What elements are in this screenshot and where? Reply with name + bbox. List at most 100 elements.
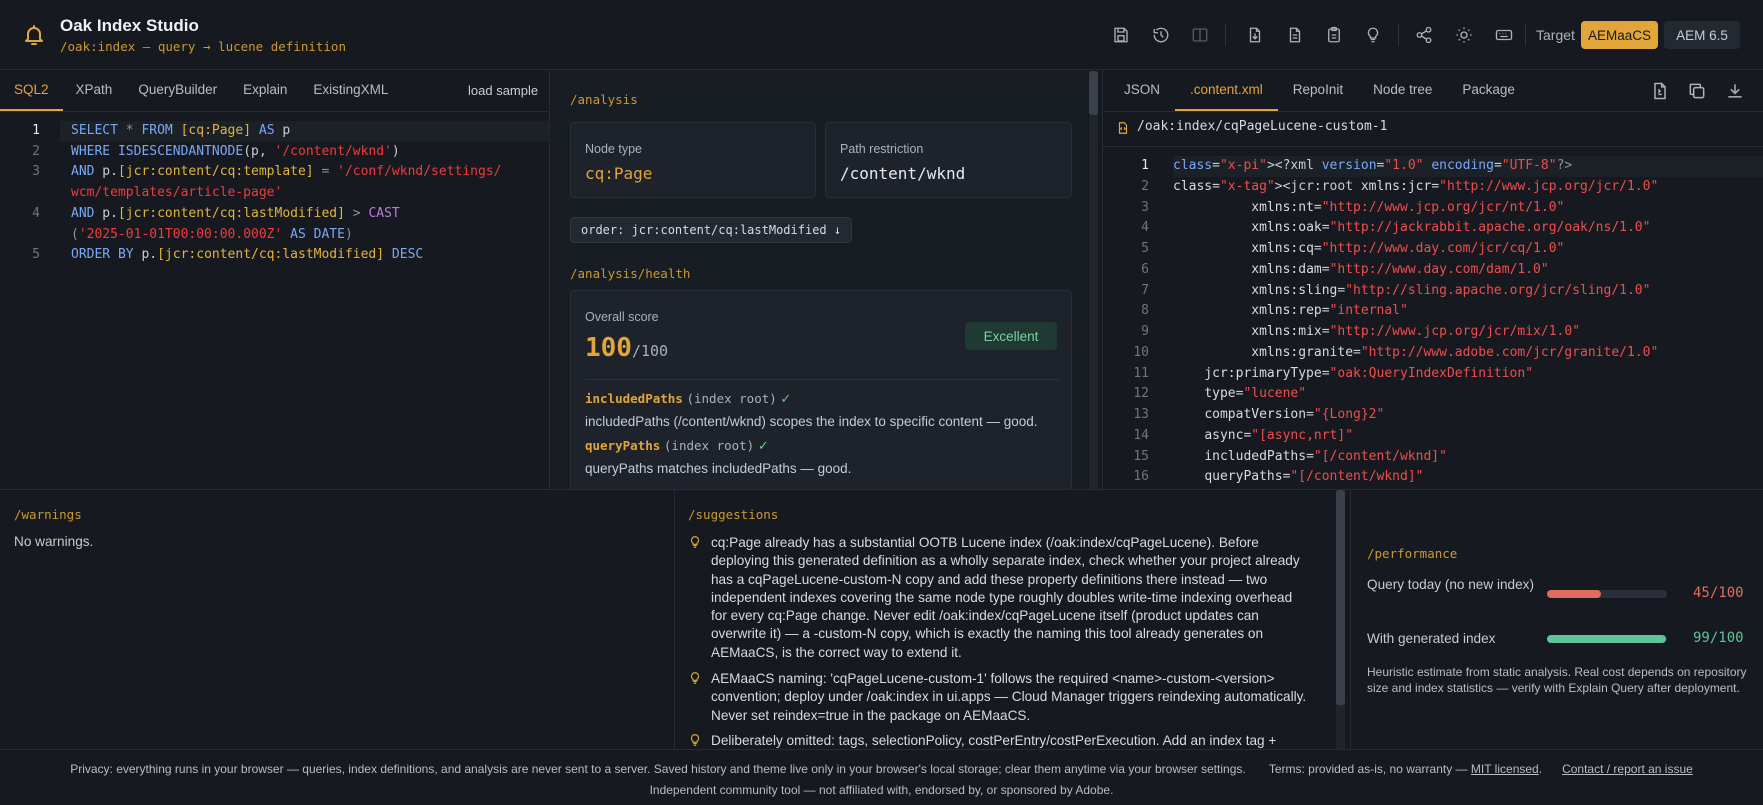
line-number: 5 <box>32 247 40 263</box>
tab-explain[interactable]: Explain <box>230 71 300 111</box>
tab-xpath[interactable]: XPath <box>63 71 126 111</box>
target-aem65-button[interactable]: AEM 6.5 <box>1664 21 1740 49</box>
xml-editor[interactable]: 1 class="x-pi"><?xml version="1.0" encodi… <box>1103 156 1763 488</box>
lightbulb-icon[interactable] <box>1361 23 1385 47</box>
line-number: 1 <box>1141 158 1149 173</box>
line-number: 10 <box>1133 344 1149 360</box>
node-type-value: cq:Page <box>585 164 653 183</box>
scrollbar-thumb[interactable] <box>1336 490 1345 705</box>
file-path: /oak:index/cqPageLucene-custom-1 <box>1137 119 1388 134</box>
line-number: 9 <box>1141 324 1149 339</box>
tab-json[interactable]: JSON <box>1103 71 1175 111</box>
download-icon[interactable] <box>1725 81 1745 101</box>
xml-line: includedPaths="[/content/wknd]" <box>1204 448 1447 464</box>
order-pill: order: jcr:content/cq:lastModified ↓ <box>570 217 853 243</box>
lightbulb-icon <box>688 533 702 551</box>
share-icon[interactable] <box>1412 23 1436 47</box>
node-type-card: Node type cq:Page <box>570 122 816 198</box>
target-aemaacs-button[interactable]: AEMaaCS <box>1581 21 1658 49</box>
performance-panel: /performance Query today (no new index) … <box>1350 490 1763 750</box>
lightbulb-icon <box>688 669 702 687</box>
tab-underline <box>0 111 549 112</box>
suggestion-item: Deliberately omitted: tags, selectionPol… <box>711 733 1277 748</box>
scrollbar-thumb[interactable] <box>1089 71 1098 115</box>
perf-row-label: Query today (no new index) <box>1367 577 1534 592</box>
suggestion-item: AEMaaCS naming: 'cqPageLucene-custom-1' … <box>711 671 1307 723</box>
line-number: 15 <box>1133 448 1149 464</box>
export-icon[interactable] <box>1650 81 1670 101</box>
copy-icon[interactable] <box>1687 81 1707 101</box>
xml-line: xmlns:granite="http://www.adobe.com/jcr/… <box>1251 344 1659 360</box>
footer-line-1: Privacy: everything runs in your browser… <box>0 762 1763 776</box>
code-line: WHERE ISDESCENDANTNODE(p, '/content/wknd… <box>71 143 400 159</box>
bottom-panels: /warnings No warnings. /suggestions cq:P… <box>0 489 1763 750</box>
lightbulb-icon <box>688 731 702 749</box>
xml-line: xmlns:sling="http://sling.apache.org/jcr… <box>1251 282 1651 298</box>
tab-querybuilder[interactable]: QueryBuilder <box>125 71 230 111</box>
suggestion-item: cq:Page already has a substantial OOTB L… <box>711 535 1300 660</box>
perf-bar <box>1547 635 1667 643</box>
mit-license-link[interactable]: MIT licensed <box>1471 762 1539 776</box>
xml-line: xmlns:rep="internal" <box>1251 303 1408 319</box>
xml-line: type="lucene" <box>1204 386 1307 402</box>
history-icon[interactable] <box>1149 23 1173 47</box>
line-number: 3 <box>1141 199 1149 215</box>
suggestions-scrollbar[interactable] <box>1336 490 1345 750</box>
health-item-key: includedPaths <box>585 391 683 406</box>
line-number: 4 <box>32 205 40 221</box>
performance-note: Heuristic estimate from static analysis.… <box>1367 665 1747 695</box>
xml-line: class="x-pi"><?xml version="1.0" encodin… <box>1173 158 1573 173</box>
code-line: SELECT * FROM [cq:Page] AS p <box>71 123 291 138</box>
document-icon[interactable] <box>1283 23 1307 47</box>
performance-heading: /performance <box>1367 546 1458 561</box>
toolbar-divider <box>1525 24 1526 46</box>
query-panel: SQL2 XPath QueryBuilder Explain Existing… <box>0 71 550 489</box>
xml-line: xmlns:mix="http://www.jcp.org/jcr/mix/1.… <box>1251 324 1581 339</box>
contact-link[interactable]: Contact / report an issue <box>1562 762 1693 776</box>
tab-package[interactable]: Package <box>1447 71 1530 111</box>
line-number: 12 <box>1133 386 1149 402</box>
import-icon[interactable] <box>1243 23 1267 47</box>
clipboard-icon[interactable] <box>1322 23 1346 47</box>
tab-repoinit[interactable]: RepoInit <box>1278 71 1358 111</box>
perf-row-value: 99/100 <box>1693 630 1744 646</box>
load-sample-button[interactable]: load sample <box>468 83 538 98</box>
warnings-panel: /warnings No warnings. <box>0 490 675 750</box>
xml-line: xmlns:cq="http://www.day.com/jcr/cq/1.0" <box>1251 241 1565 256</box>
code-line: wcm/templates/article-page' <box>71 185 283 201</box>
tab-sql2[interactable]: SQL2 <box>0 71 63 111</box>
query-tabs: SQL2 XPath QueryBuilder Explain Existing… <box>0 71 401 111</box>
line-number: 2 <box>1141 178 1149 194</box>
xml-line: compatVersion="{Long}2" <box>1204 407 1385 422</box>
toolbar-divider <box>1225 24 1226 46</box>
analysis-scrollbar[interactable] <box>1089 71 1098 489</box>
keyboard-icon[interactable] <box>1492 23 1516 47</box>
split-view-icon[interactable] <box>1188 23 1212 47</box>
save-icon[interactable] <box>1109 23 1133 47</box>
overall-score: 100/100 <box>585 333 668 363</box>
health-item-scope: (index root) <box>663 438 755 453</box>
tab-content-xml[interactable]: .content.xml <box>1175 71 1278 111</box>
line-number: 2 <box>32 143 40 159</box>
health-heading: /analysis/health <box>570 266 691 281</box>
warnings-text: No warnings. <box>14 534 94 549</box>
line-number: 4 <box>1141 220 1149 236</box>
xml-line: class="x-tag"><jcr:root xmlns:jcr="http:… <box>1173 178 1659 194</box>
tab-node-tree[interactable]: Node tree <box>1358 71 1447 111</box>
toolbar-divider <box>1398 24 1399 46</box>
line-number: 5 <box>1141 241 1149 256</box>
check-icon: ✓ <box>780 391 792 406</box>
sql2-editor[interactable]: 1 2 3 4 5 SELECT * FROM [cq:Page] AS p W… <box>0 121 549 481</box>
tab-existingxml[interactable]: ExistingXML <box>300 71 401 111</box>
line-number: 13 <box>1133 407 1149 422</box>
line-number: 1 <box>32 123 40 138</box>
terms-text: Terms: provided as-is, no warranty — <box>1268 762 1468 776</box>
disclaimer-text: Independent community tool — not affilia… <box>649 783 1114 797</box>
health-item-scope: (index root) <box>686 391 777 406</box>
code-line: AND p.[jcr:content/cq:lastModified] > CA… <box>71 205 400 221</box>
health-item-title: queryPaths (index root) ✓ <box>585 438 769 454</box>
line-number: 7 <box>1141 282 1149 298</box>
theme-icon[interactable] <box>1452 23 1476 47</box>
health-item-title: includedPaths (index root) ✓ <box>585 391 791 407</box>
code-line: ('2025-01-01T00:00:00.000Z' AS DATE) <box>71 226 353 242</box>
